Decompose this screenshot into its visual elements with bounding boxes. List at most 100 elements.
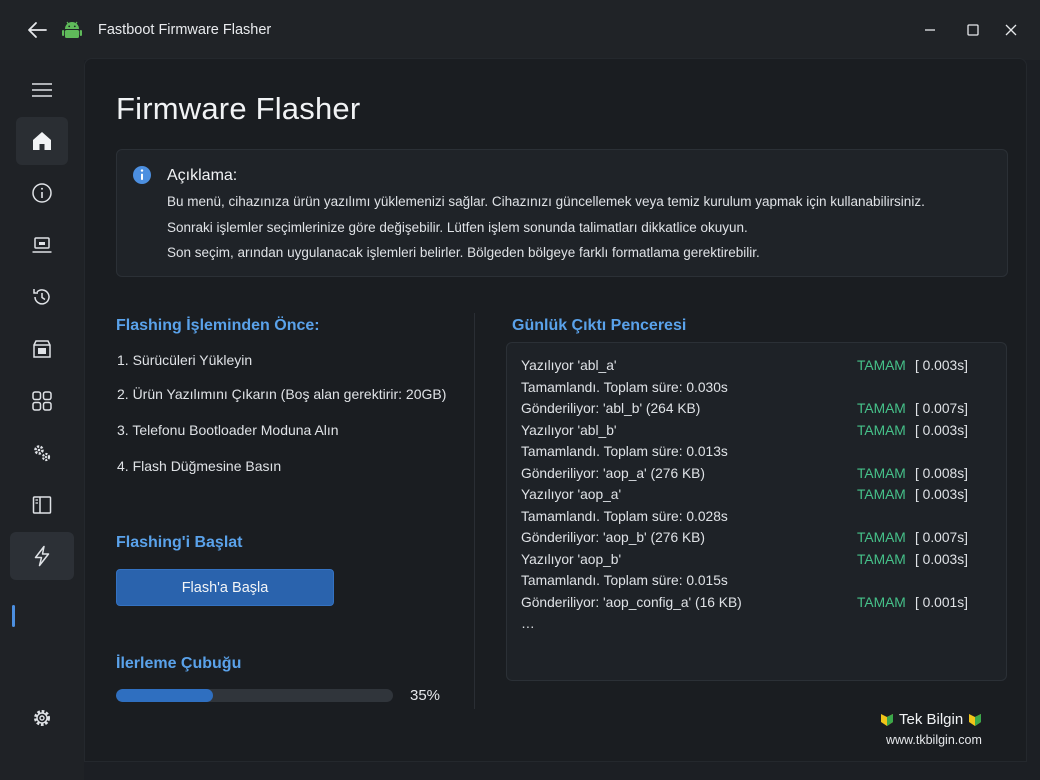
log-time: [ 0.003s] [915, 358, 968, 373]
log-row: Gönderiliyor: 'aop_config_a' (16 KB) TAMA… [521, 595, 991, 615]
step-item: 2. Ürün Yazılımını Çıkarın (Boş alan ger… [117, 386, 447, 402]
log-row: Yazılıyor 'abl_b' TAMAM [ 0.003s] [521, 423, 991, 443]
sidebar-item-history[interactable] [16, 273, 68, 321]
log-row: Tamamlandı. Toplam süre: 0.015s [521, 573, 991, 593]
back-arrow-icon[interactable] [26, 20, 48, 40]
main-content: Firmware Flasher Açıklama: Bu menü, ciha… [84, 58, 1027, 762]
log-message: Gönderiliyor: 'aop_a' (276 KB) [521, 465, 705, 481]
description-line: Son seçim, arından uygulanacak işlemleri… [167, 245, 760, 260]
log-message: Gönderiliyor: 'aop_config_a' (16 KB) [521, 594, 742, 610]
info-circle-icon [132, 165, 152, 185]
window-title: Fastboot Firmware Flasher [98, 22, 272, 38]
log-row: Tamamlandı. Toplam süre: 0.028s [521, 509, 991, 529]
history-icon [33, 289, 50, 305]
log-time: [ 0.007s] [915, 401, 968, 416]
apps-icon [32, 391, 52, 411]
sidebar-item-apps[interactable] [16, 377, 68, 425]
sidebar [0, 60, 84, 780]
log-row: … [521, 616, 991, 636]
log-message: Yazılıyor 'aop_b' [521, 551, 622, 567]
sidebar-item-info[interactable] [16, 169, 68, 217]
active-indicator [12, 605, 15, 627]
description-line: Bu menü, cihazınıza ürün yazılımı yüklem… [167, 194, 925, 209]
gears-icon [34, 445, 51, 462]
menu-icon [32, 83, 52, 97]
description-heading: Açıklama: [167, 167, 238, 184]
log-row: Gönderiliyor: 'aop_a' (276 KB) TAMAM [ 0.0… [521, 466, 991, 486]
log-heading: Günlük Çıktı Penceresi [512, 317, 687, 334]
log-time: [ 0.007s] [915, 530, 968, 545]
log-message: Tamamlandı. Toplam süre: 0.013s [521, 444, 728, 459]
description-line: Sonraki işlemler seçimlerinize göre deği… [167, 220, 748, 235]
brand-url: www.tkbilgin.com [886, 733, 982, 747]
beginner-mark-icon [969, 713, 982, 726]
log-time: [ 0.003s] [915, 422, 968, 438]
sidebar-item-home[interactable] [16, 117, 68, 165]
beginner-mark-icon [881, 713, 893, 726]
progress-fill [116, 689, 213, 702]
sidebar-item-tools[interactable] [16, 429, 68, 477]
log-row: Yazılıyor 'aop_b' TAMAM [ 0.003s] [521, 552, 991, 572]
log-time: [ 0.001s] [915, 594, 968, 610]
progress-bar [116, 689, 393, 702]
log-row: Tamamlandı. Toplam süre: 0.013s [521, 444, 991, 464]
brand-watermark: Tek Bilgin www.tkbilgin.com [880, 711, 1000, 751]
progress-heading: İlerleme Çubuğu [116, 655, 242, 672]
log-status: TAMAM [857, 594, 906, 610]
log-row: Gönderiliyor: 'aop_b' (276 KB) TAMAM [ 0.0… [521, 530, 991, 550]
log-status: TAMAM [857, 358, 906, 373]
step-item: 1. Sürücüleri Yükleyin [117, 352, 253, 368]
log-status: TAMAM [857, 551, 906, 567]
log-status: TAMAM [857, 401, 906, 416]
close-icon[interactable] [999, 18, 1023, 42]
log-message: Yazılıyor 'aop_a' [521, 487, 622, 502]
settings-icon [34, 710, 50, 726]
progress-percent: 35% [410, 687, 441, 704]
title-bar: Fastboot Firmware Flasher [0, 0, 1040, 60]
log-status: TAMAM [857, 422, 906, 438]
sidebar-menu-toggle[interactable] [16, 66, 68, 114]
log-time: [ 0.003s] [915, 551, 968, 567]
book-icon [32, 496, 52, 514]
log-message: Tamamlandı. Toplam süre: 0.030s [521, 379, 728, 395]
log-time: [ 0.008s] [915, 465, 968, 481]
log-row: Yazılıyor 'abl_a' TAMAM [ 0.003s] [521, 358, 991, 378]
log-message: Yazılıyor 'abl_a' [521, 358, 617, 373]
start-flashing-heading: Flashing'i Başlat [116, 534, 243, 551]
log-row: Tamamlandı. Toplam süre: 0.030s [521, 380, 991, 400]
laptop-icon [32, 237, 52, 253]
sidebar-item-settings[interactable] [16, 694, 68, 742]
sidebar-item-docs[interactable] [16, 481, 68, 529]
log-message: Gönderiliyor: 'aop_b' (276 KB) [521, 530, 705, 545]
start-flash-button[interactable]: Flash'a Başla [116, 569, 334, 606]
home-icon [33, 132, 51, 150]
column-divider [474, 313, 475, 709]
log-message: Yazılıyor 'abl_b' [521, 422, 617, 438]
log-status: TAMAM [857, 487, 906, 502]
before-flashing-heading: Flashing İşleminden Önce: [116, 317, 320, 334]
log-message: Tamamlandı. Toplam süre: 0.015s [521, 573, 728, 588]
sidebar-item-store[interactable] [16, 325, 68, 373]
log-status: TAMAM [857, 530, 906, 545]
log-row: Gönderiliyor: 'abl_b' (264 KB) TAMAM [ 0.0… [521, 401, 991, 421]
brand-name: Tek Bilgin [899, 711, 964, 728]
sidebar-item-device[interactable] [16, 221, 68, 269]
step-item: 4. Flash Düğmesine Basın [117, 458, 282, 474]
log-message: … [521, 616, 535, 631]
maximize-icon[interactable] [961, 18, 985, 42]
step-item: 3. Telefonu Bootloader Moduna Alın [117, 422, 339, 438]
log-time: [ 0.003s] [915, 487, 968, 502]
flash-icon [34, 545, 50, 567]
log-message: Tamamlandı. Toplam süre: 0.028s [521, 508, 728, 524]
android-icon [61, 19, 83, 41]
sidebar-item-flash[interactable] [10, 532, 74, 580]
page-title: Firmware Flasher [116, 91, 361, 126]
log-output-window[interactable]: Yazılıyor 'abl_a' TAMAM [ 0.003s] Tamamland… [506, 342, 1007, 681]
minimize-icon[interactable] [918, 18, 942, 42]
log-message: Gönderiliyor: 'abl_b' (264 KB) [521, 401, 701, 416]
brand-title: Tek Bilgin [880, 711, 982, 728]
log-row: Yazılıyor 'aop_a' TAMAM [ 0.003s] [521, 487, 991, 507]
store-icon [33, 340, 51, 358]
log-status: TAMAM [857, 465, 906, 481]
info-icon [32, 183, 52, 203]
